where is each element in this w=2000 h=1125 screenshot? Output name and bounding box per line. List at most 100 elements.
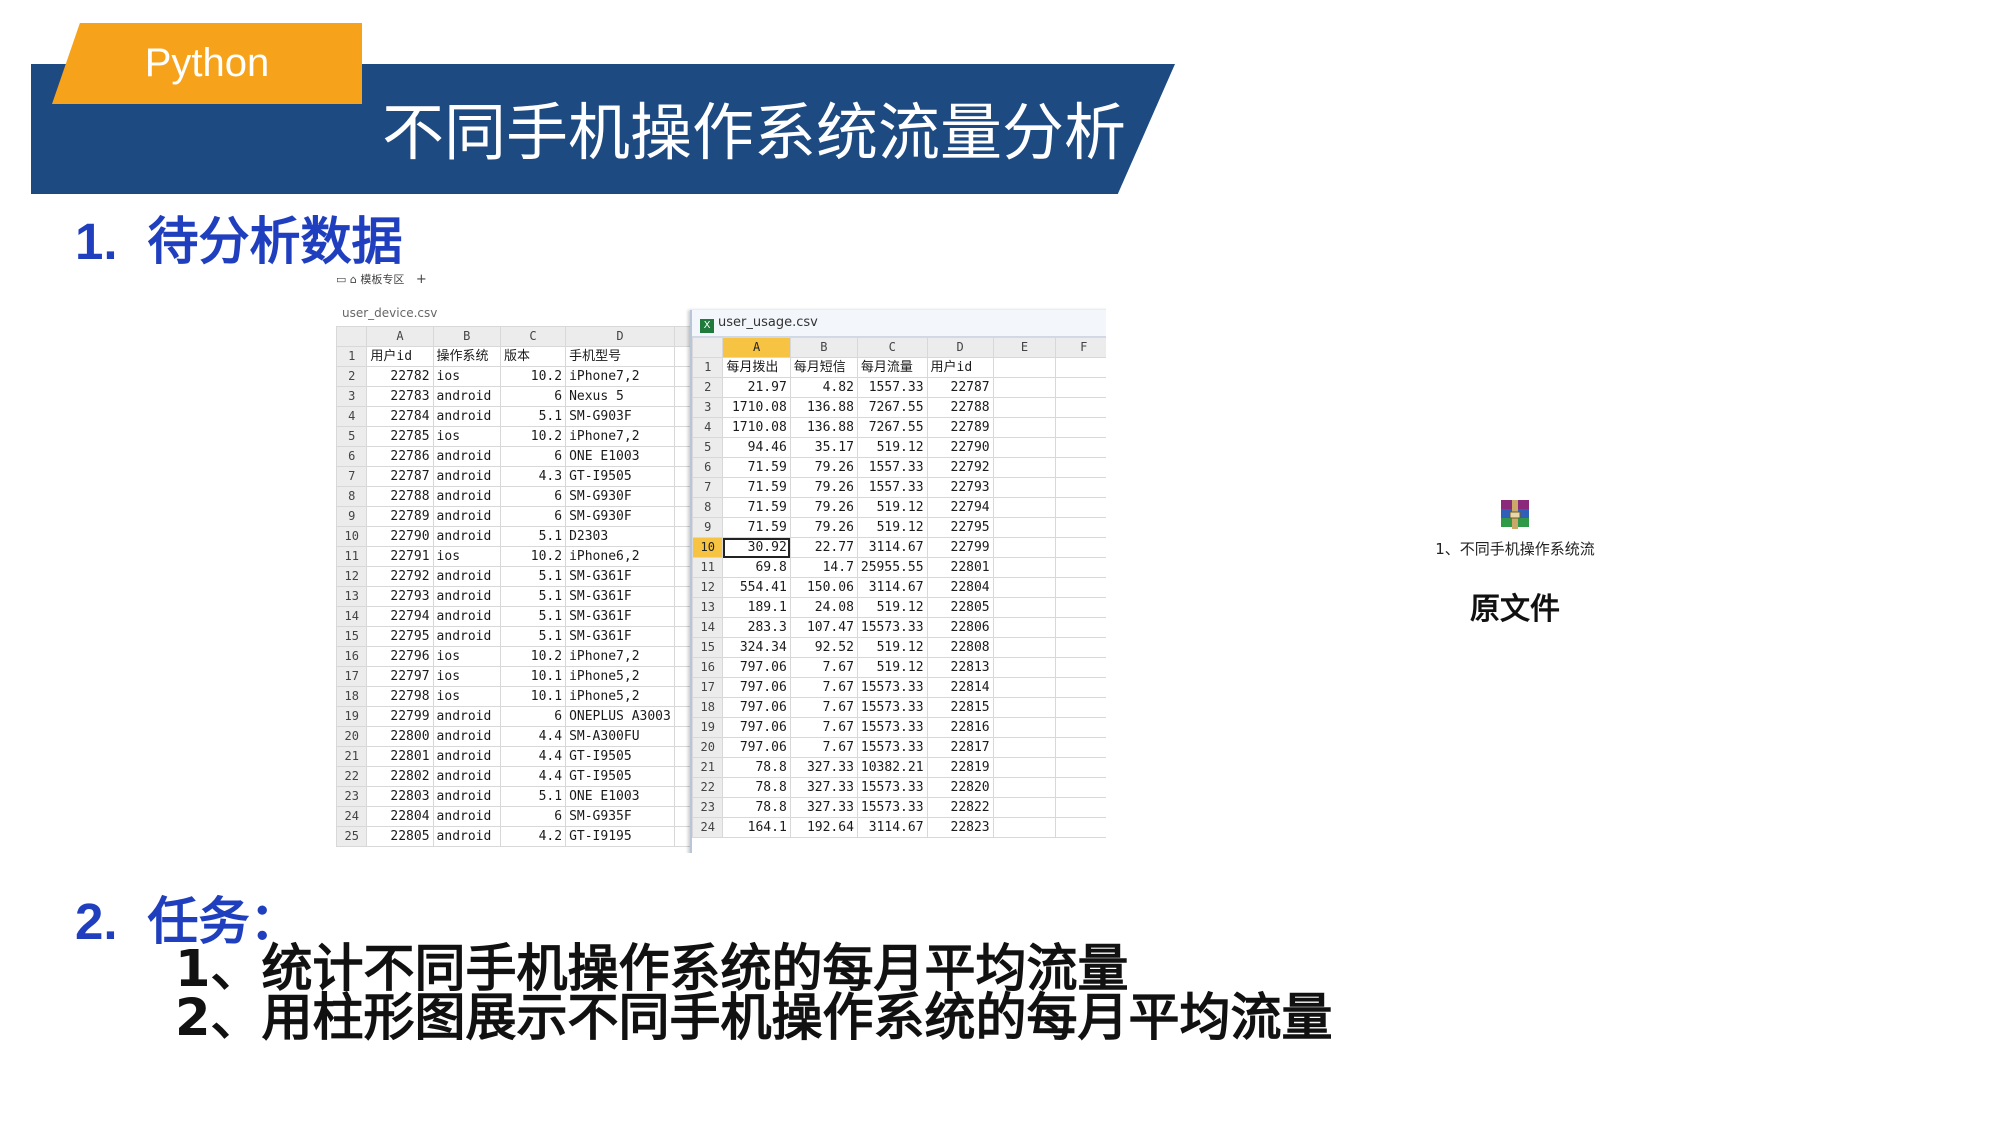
- table-cell[interactable]: 4.3: [499, 466, 567, 487]
- table-cell[interactable]: SM-G361F: [565, 566, 675, 587]
- table-cell[interactable]: 4.82: [789, 377, 858, 398]
- column-header-e[interactable]: E: [992, 337, 1057, 358]
- table-cell[interactable]: 10.2: [499, 426, 567, 447]
- table-cell[interactable]: 22808: [926, 637, 994, 658]
- table-cell[interactable]: 22792: [926, 457, 994, 478]
- table-cell[interactable]: 519.12: [856, 517, 928, 538]
- table-cell[interactable]: 79.26: [789, 497, 858, 518]
- column-header-d[interactable]: D: [926, 337, 994, 358]
- table-cell[interactable]: 每月流量: [856, 357, 928, 378]
- table-cell[interactable]: 79.26: [789, 517, 858, 538]
- table-cell[interactable]: 22798: [366, 686, 434, 707]
- table-cell[interactable]: 554.41: [722, 577, 791, 598]
- table-cell[interactable]: ios: [432, 686, 501, 707]
- table-cell[interactable]: [1055, 497, 1106, 518]
- table-cell[interactable]: 操作系统: [432, 346, 501, 367]
- table-cell[interactable]: SM-G930F: [565, 486, 675, 507]
- table-cell[interactable]: 71.59: [722, 517, 791, 538]
- table-cell[interactable]: [1055, 797, 1106, 818]
- table-cell[interactable]: 22786: [366, 446, 434, 467]
- table-cell[interactable]: 22814: [926, 677, 994, 698]
- table-cell[interactable]: 519.12: [856, 637, 928, 658]
- table-cell[interactable]: ios: [432, 666, 501, 687]
- table-cell[interactable]: ONE E1003: [565, 446, 675, 467]
- table-cell[interactable]: ONE E1003: [565, 786, 675, 807]
- table-cell[interactable]: [992, 677, 1057, 698]
- table-cell[interactable]: 797.06: [722, 737, 791, 758]
- table-cell[interactable]: 22796: [366, 646, 434, 667]
- table-cell[interactable]: [992, 477, 1057, 498]
- table-cell[interactable]: 版本: [499, 346, 567, 367]
- table-cell[interactable]: [1055, 617, 1106, 638]
- table-cell[interactable]: 5.1: [499, 786, 567, 807]
- table-cell[interactable]: 22800: [366, 726, 434, 747]
- table-cell[interactable]: 22801: [926, 557, 994, 578]
- table-cell[interactable]: 22794: [926, 497, 994, 518]
- corner-cell[interactable]: [336, 326, 368, 347]
- table-cell[interactable]: 7.67: [789, 737, 858, 758]
- table-cell[interactable]: 22783: [366, 386, 434, 407]
- corner-cell[interactable]: [692, 337, 724, 358]
- archive-file-icon[interactable]: [1498, 498, 1532, 532]
- row-header[interactable]: 6: [692, 457, 724, 478]
- row-header[interactable]: 21: [692, 757, 724, 778]
- table-cell[interactable]: 78.8: [722, 797, 791, 818]
- table-cell[interactable]: android: [432, 786, 501, 807]
- table-cell[interactable]: [1055, 357, 1106, 378]
- table-cell[interactable]: android: [432, 586, 501, 607]
- table-cell[interactable]: [992, 757, 1057, 778]
- row-header[interactable]: 22: [336, 766, 368, 787]
- row-header[interactable]: 5: [692, 437, 724, 458]
- table-cell[interactable]: 78.8: [722, 777, 791, 798]
- row-header[interactable]: 20: [336, 726, 368, 747]
- table-cell[interactable]: android: [432, 746, 501, 767]
- table-cell[interactable]: 7.67: [789, 717, 858, 738]
- table-cell[interactable]: [1055, 537, 1106, 558]
- table-cell[interactable]: Nexus 5: [565, 386, 675, 407]
- table-cell[interactable]: [1055, 417, 1106, 438]
- table-cell[interactable]: android: [432, 526, 501, 547]
- row-header[interactable]: 1: [692, 357, 724, 378]
- table-cell[interactable]: SM-G361F: [565, 606, 675, 627]
- row-header[interactable]: 19: [336, 706, 368, 727]
- table-cell[interactable]: 22795: [366, 626, 434, 647]
- table-cell[interactable]: 4.4: [499, 766, 567, 787]
- file-label[interactable]: 1、不同手机操作系统流: [1410, 538, 1620, 559]
- row-header[interactable]: 5: [336, 426, 368, 447]
- table-cell[interactable]: 3114.67: [856, 817, 928, 838]
- table-cell[interactable]: [1055, 697, 1106, 718]
- table-cell[interactable]: 71.59: [722, 457, 791, 478]
- table-cell[interactable]: [992, 577, 1057, 598]
- table-cell[interactable]: iPhone6,2: [565, 546, 675, 567]
- table-cell[interactable]: android: [432, 626, 501, 647]
- table-cell[interactable]: 283.3: [722, 617, 791, 638]
- table-cell[interactable]: [1055, 377, 1106, 398]
- row-header[interactable]: 16: [692, 657, 724, 678]
- table-cell[interactable]: GT-I9195: [565, 826, 675, 847]
- table-cell[interactable]: [1055, 397, 1106, 418]
- column-header-c[interactable]: C: [856, 337, 928, 358]
- row-header[interactable]: 4: [336, 406, 368, 427]
- row-header[interactable]: 18: [336, 686, 368, 707]
- table-cell[interactable]: 327.33: [789, 777, 858, 798]
- table-cell[interactable]: android: [432, 826, 501, 847]
- table-cell[interactable]: [992, 637, 1057, 658]
- table-cell[interactable]: 22792: [366, 566, 434, 587]
- table-cell[interactable]: 92.52: [789, 637, 858, 658]
- table-cell[interactable]: 6: [499, 486, 567, 507]
- table-cell[interactable]: 189.1: [722, 597, 791, 618]
- row-header[interactable]: 20: [692, 737, 724, 758]
- table-cell[interactable]: 22819: [926, 757, 994, 778]
- table-cell[interactable]: [992, 697, 1057, 718]
- column-header-a[interactable]: A: [722, 337, 791, 358]
- table-cell[interactable]: [1055, 717, 1106, 738]
- table-cell[interactable]: 1710.08: [722, 417, 791, 438]
- table-cell[interactable]: D2303: [565, 526, 675, 547]
- column-header-c[interactable]: C: [499, 326, 567, 347]
- table-cell[interactable]: iPhone7,2: [565, 426, 675, 447]
- table-cell[interactable]: 22801: [366, 746, 434, 767]
- table-cell[interactable]: iPhone7,2: [565, 646, 675, 667]
- table-cell[interactable]: SM-G361F: [565, 586, 675, 607]
- table-cell[interactable]: android: [432, 726, 501, 747]
- row-header[interactable]: 1: [336, 346, 368, 367]
